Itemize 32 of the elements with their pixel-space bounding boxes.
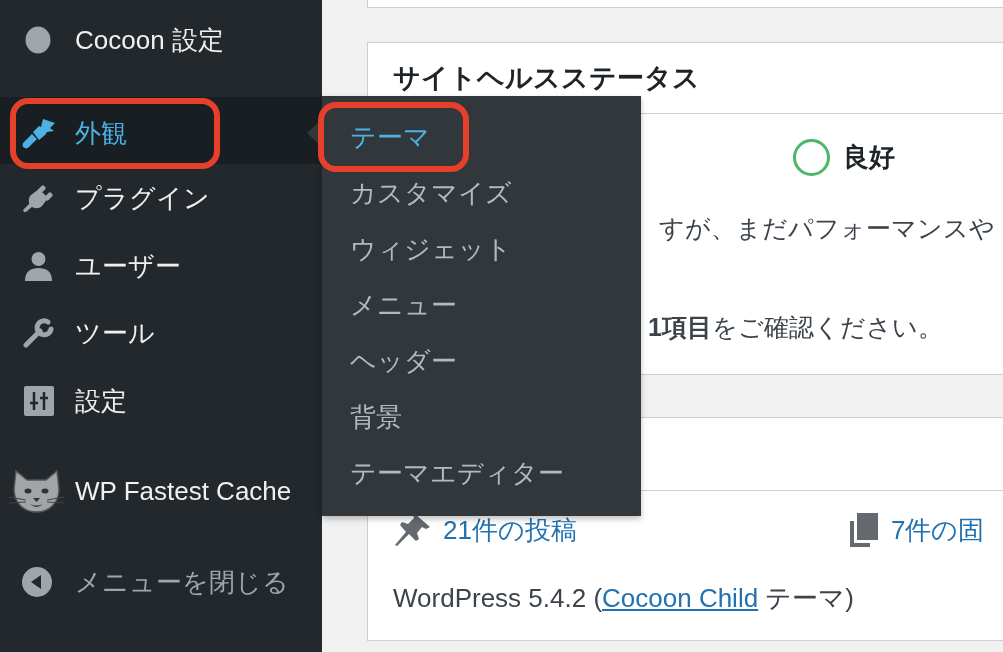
version-text: WordPress 5.4.2 (Cocoon Child テーマ) bbox=[393, 583, 855, 613]
sidebar-menu-item[interactable]: Cocoon 設定 bbox=[16, 23, 224, 56]
pages-icon bbox=[850, 513, 878, 547]
sidebar-menu-item[interactable]: ユーザー bbox=[16, 249, 181, 282]
theme-link[interactable]: Cocoon Child bbox=[602, 583, 759, 613]
cat-head-icon bbox=[8, 469, 65, 514]
sidebar-menu-item[interactable]: プラグイン bbox=[16, 182, 210, 214]
pushpin-icon bbox=[395, 514, 430, 546]
submenu-item[interactable]: 背景 bbox=[322, 388, 402, 445]
submenu-item[interactable]: メニュー bbox=[322, 276, 457, 333]
health-description-text: 1項目をご確認ください。 bbox=[648, 313, 943, 341]
paintbrush-icon bbox=[22, 117, 55, 149]
sliders-icon bbox=[22, 385, 55, 416]
wrench-icon bbox=[22, 318, 55, 349]
status-label: 良好 bbox=[843, 141, 895, 174]
submenu-item[interactable]: ウィジェット bbox=[322, 220, 512, 277]
status-ring-icon bbox=[793, 139, 830, 176]
collapse-menu-button[interactable]: メニューを閉じる bbox=[16, 565, 289, 598]
health-description-text: すが、まだパフォーマンスや bbox=[659, 214, 995, 242]
plug-icon bbox=[22, 183, 55, 213]
content-count-link[interactable]: 7件の固 bbox=[850, 513, 985, 547]
circle-icon bbox=[25, 25, 51, 54]
sidebar-menu-item[interactable]: 設定 bbox=[16, 384, 127, 417]
sidebar-menu-item[interactable]: WP Fastest Cache bbox=[2, 469, 292, 514]
submenu-item[interactable]: テーマエディター bbox=[322, 444, 564, 501]
widget-title: サイトヘルスステータス bbox=[393, 62, 700, 95]
sidebar-menu-item[interactable]: 外観 bbox=[10, 97, 220, 169]
content-count-link[interactable]: 21件の投稿 bbox=[395, 513, 577, 547]
submenu-item[interactable]: テーマ bbox=[318, 101, 469, 172]
submenu-item[interactable]: ヘッダー bbox=[322, 332, 457, 389]
sidebar-menu-item[interactable]: ツール bbox=[16, 317, 155, 350]
user-icon bbox=[22, 250, 55, 281]
